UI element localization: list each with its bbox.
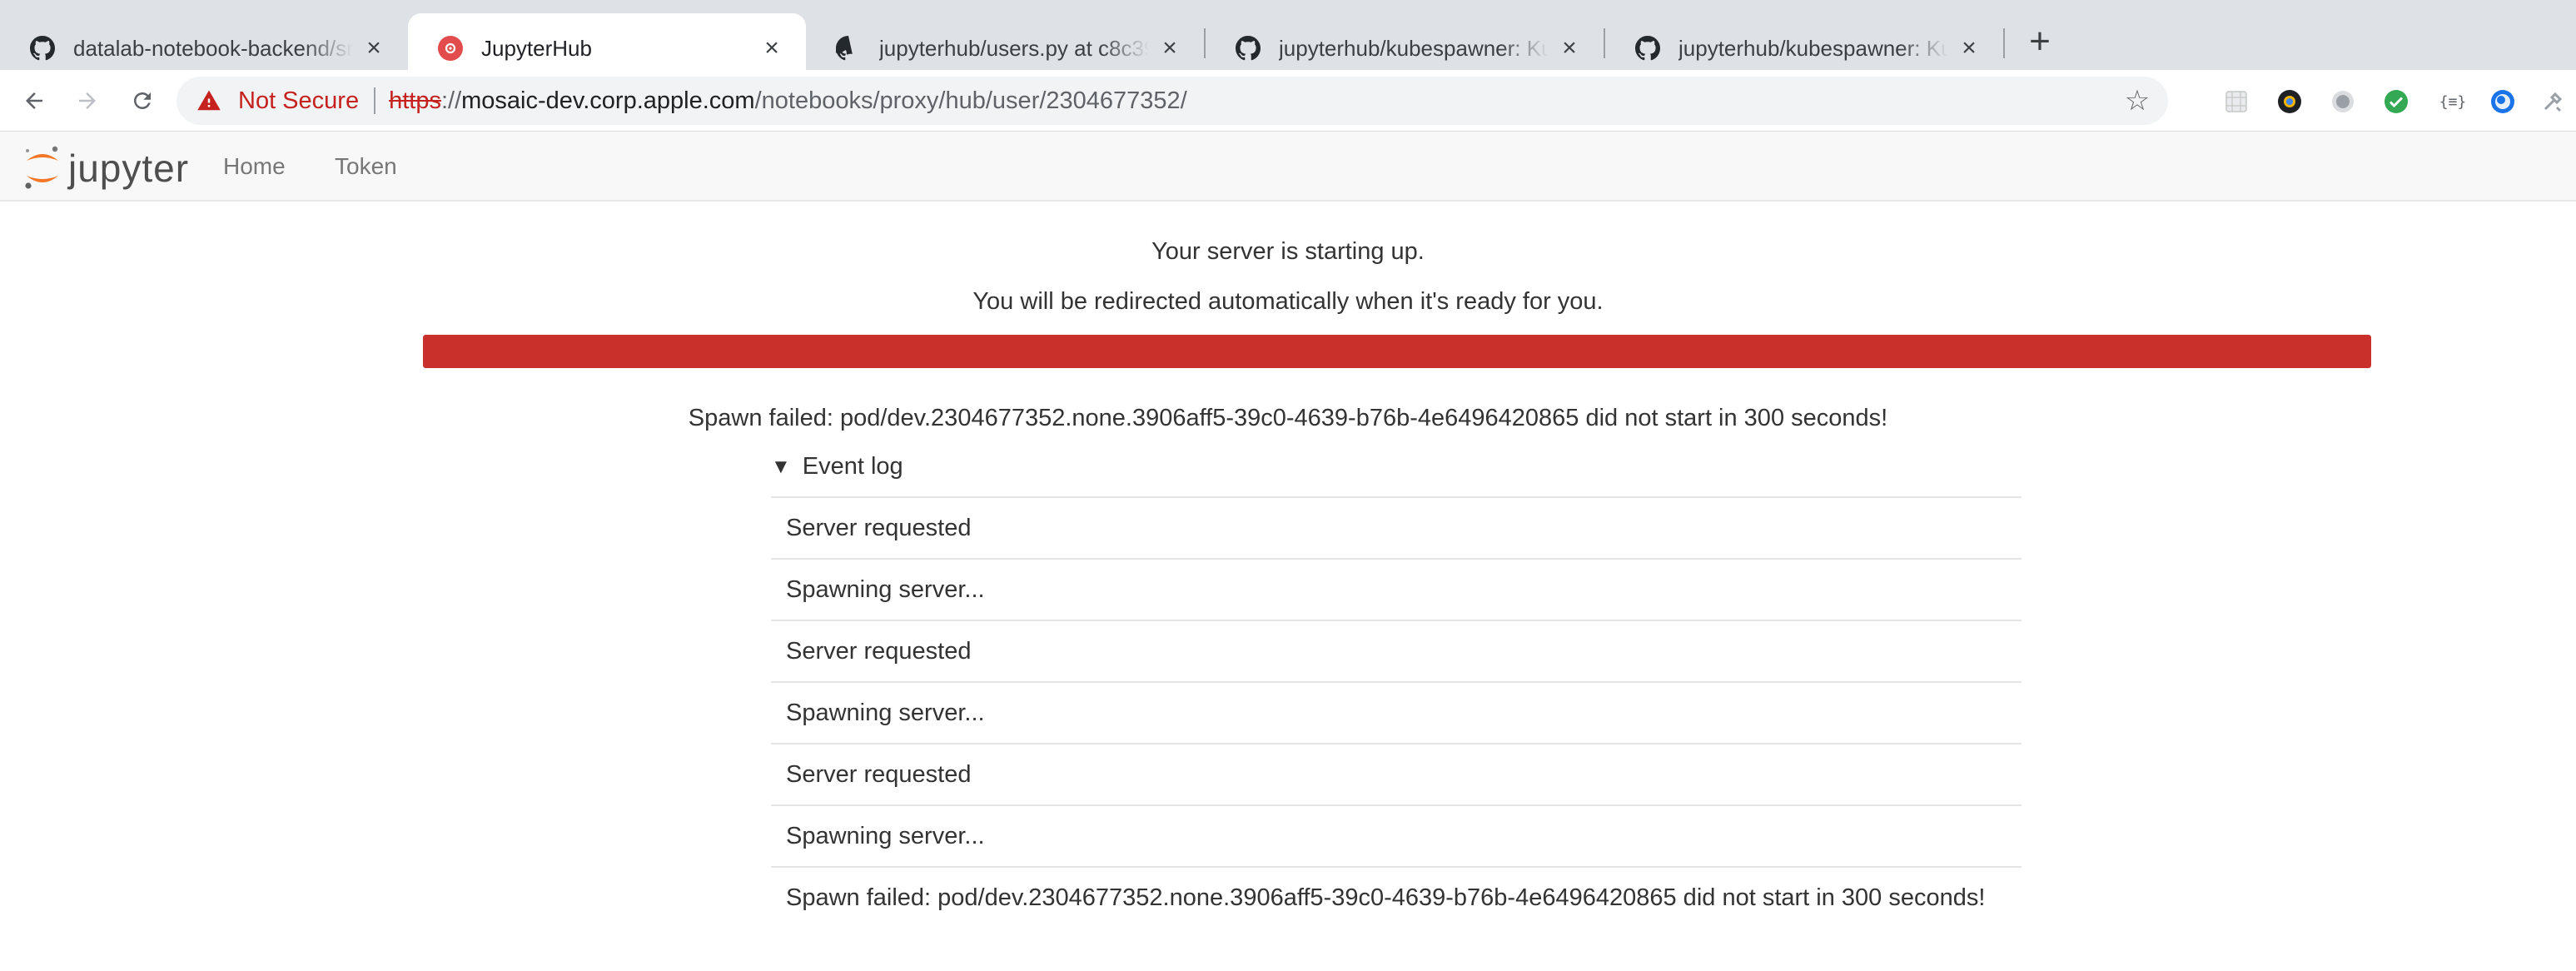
tab-title: datalab-notebook-backend/src: [73, 35, 353, 61]
reload-button[interactable]: [122, 80, 163, 122]
json-extension-icon[interactable]: {≡}: [2436, 88, 2469, 115]
log-item: Spawning server...: [771, 681, 2022, 743]
new-tab-icon[interactable]: +: [2023, 20, 2056, 63]
caret-down-icon: ▼: [771, 455, 791, 478]
omnibox-divider: [374, 87, 376, 114]
event-log-label: Event log: [802, 453, 903, 480]
status-message: Spawn failed: pod/dev.2304677352.none.39…: [688, 405, 1888, 431]
close-icon[interactable]: ×: [1957, 34, 1982, 62]
arrow-right-icon: [79, 92, 96, 109]
jupyter-logo-icon: [25, 146, 58, 189]
warning-icon[interactable]: [196, 88, 221, 113]
back-button[interactable]: [13, 80, 55, 122]
tab-title: JupyterHub: [481, 35, 592, 61]
grid-extension-icon[interactable]: [2223, 88, 2250, 115]
url-host: mosaic-dev.corp.apple.com: [461, 87, 755, 114]
close-icon[interactable]: ×: [759, 34, 784, 62]
security-status[interactable]: Not Secure: [238, 87, 359, 115]
jupyter-logo-text: jupyter: [68, 147, 190, 190]
star-icon[interactable]: ☆: [2121, 85, 2153, 117]
jupyter-navbar: jupyter Home Token: [0, 132, 2576, 202]
url-separator: ://: [440, 87, 462, 114]
globe-extension-icon[interactable]: [2489, 88, 2516, 115]
tab-title: jupyterhub/kubespawner: Kube: [1678, 35, 1948, 61]
starting-message: Your server is starting up.: [1151, 238, 1425, 265]
log-item: Spawn failed: pod/dev.2304677352.none.39…: [771, 866, 2022, 928]
reload-icon: [134, 92, 151, 109]
log-item: Spawning server...: [771, 558, 2022, 620]
jupyterhub-icon: [438, 36, 463, 61]
log-item: Server requested: [771, 496, 2022, 558]
nav-home[interactable]: Home: [223, 132, 286, 202]
check-extension-icon[interactable]: [2383, 88, 2409, 115]
tab-title: jupyterhub/kubespawner: Kube: [1279, 35, 1549, 61]
redirect-message: You will be redirected automatically whe…: [972, 288, 1604, 315]
jupyter-logo[interactable]: jupyter: [23, 143, 198, 193]
forward-button[interactable]: [67, 80, 108, 122]
camera-extension-icon[interactable]: [2276, 88, 2303, 115]
url-scheme: https: [389, 87, 441, 114]
address-bar[interactable]: Not Secure https://mosaic-dev.corp.apple…: [177, 77, 2168, 125]
progress-bar-fill: [423, 335, 2371, 368]
url-path: /notebooks/proxy/hub/user/2304677352/: [754, 87, 1187, 114]
event-log-toggle[interactable]: ▼ Event log: [771, 453, 903, 481]
circle-extension-icon[interactable]: [2330, 88, 2356, 115]
browser-toolbar: Not Secure https://mosaic-dev.corp.apple…: [0, 70, 2576, 132]
github-icon: [1635, 36, 1660, 61]
log-item: Server requested: [771, 743, 2022, 804]
event-log: Server requested Spawning server... Serv…: [771, 496, 2022, 928]
progress-bar: [423, 335, 2371, 368]
github-icon: [1236, 36, 1261, 61]
close-icon[interactable]: ×: [1557, 34, 1582, 62]
log-item: Server requested: [771, 620, 2022, 681]
github-icon: [30, 36, 55, 61]
close-icon[interactable]: ×: [1157, 34, 1182, 62]
close-icon[interactable]: ×: [361, 34, 386, 62]
arrow-left-icon: [26, 92, 42, 109]
tools-extension-icon[interactable]: [2539, 88, 2566, 115]
tab-title: jupyterhub/users.py at c8c39a: [879, 35, 1149, 61]
log-item: Spawning server...: [771, 804, 2022, 866]
nav-token[interactable]: Token: [335, 132, 397, 202]
tab-separator: [2003, 28, 2005, 58]
github-icon: [836, 36, 861, 61]
